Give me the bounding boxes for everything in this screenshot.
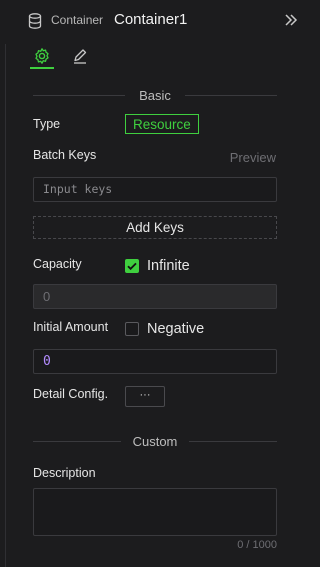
- initial-amount-input[interactable]: 0: [33, 349, 277, 374]
- active-tab-indicator: [30, 67, 54, 69]
- type-label: Type: [33, 117, 61, 131]
- type-badge[interactable]: Resource: [125, 114, 199, 134]
- node-kind-label: Container: [51, 13, 104, 27]
- section-basic: Basic: [33, 88, 277, 103]
- preview-link[interactable]: Preview: [230, 150, 276, 165]
- collapse-panel-icon[interactable]: [284, 12, 298, 28]
- add-keys-button[interactable]: Add Keys: [33, 216, 277, 239]
- infinite-label: Infinite: [147, 258, 190, 274]
- check-icon: [127, 262, 137, 271]
- panel-header: Container Container1: [0, 0, 307, 40]
- node-name[interactable]: Container1: [114, 11, 187, 28]
- infinite-checkbox[interactable]: [125, 259, 139, 273]
- pencil-icon[interactable]: [72, 48, 88, 64]
- input-keys-field[interactable]: Input keys: [33, 177, 277, 202]
- description-char-counter: 0 / 1000: [237, 539, 277, 551]
- description-textarea[interactable]: [33, 488, 277, 536]
- panel-edge-line: [5, 44, 6, 567]
- initial-amount-label: Initial Amount: [33, 320, 109, 334]
- section-custom: Custom: [33, 434, 277, 449]
- negative-checkbox[interactable]: [125, 322, 139, 336]
- gear-icon[interactable]: [33, 47, 51, 65]
- section-divider: [185, 95, 277, 96]
- capacity-input[interactable]: 0: [33, 284, 277, 309]
- negative-label: Negative: [147, 321, 205, 337]
- detail-config-label: Detail Config.: [33, 387, 109, 401]
- capacity-label: Capacity: [33, 257, 82, 271]
- batch-keys-label: Batch Keys: [33, 148, 97, 162]
- section-divider: [189, 441, 277, 442]
- detail-config-button[interactable]: ···: [125, 386, 165, 407]
- description-label: Description: [33, 466, 96, 480]
- database-icon: [28, 13, 42, 29]
